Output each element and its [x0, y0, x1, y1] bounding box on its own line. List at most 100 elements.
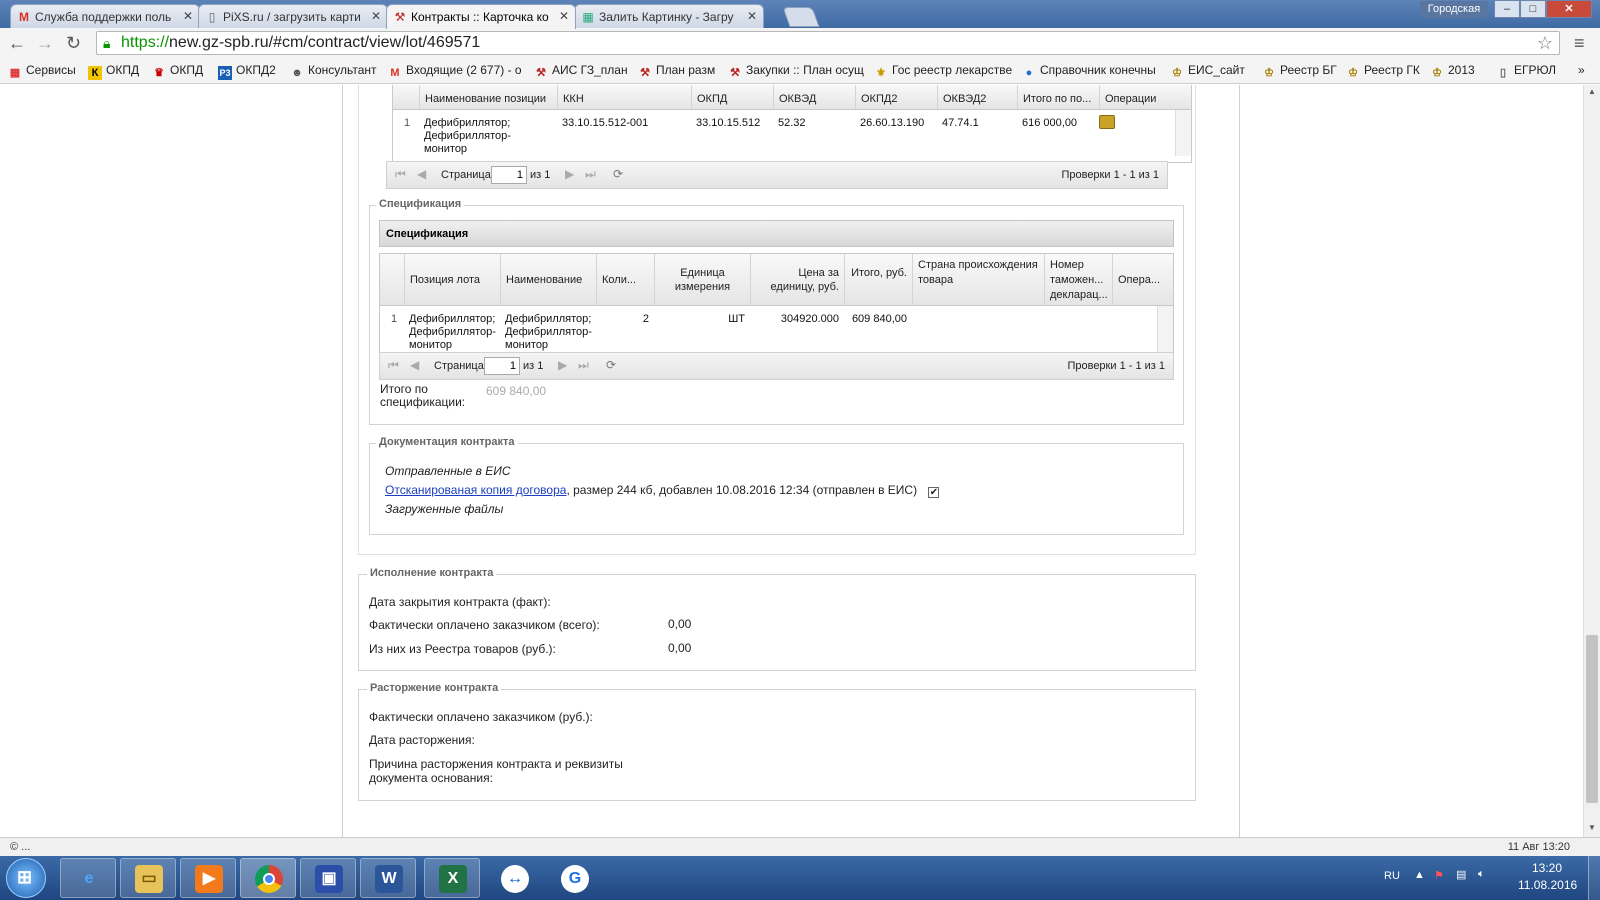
- bookmark-consultant[interactable]: ☻ Консультант: [290, 63, 376, 80]
- taskbar-app[interactable]: W: [360, 858, 416, 898]
- column-header[interactable]: Итого по по...: [1017, 85, 1099, 109]
- refresh-icon[interactable]: ⟳: [606, 358, 616, 372]
- item-name: Дефибриллятор; Дефибриллятор-монитор: [505, 313, 592, 351]
- volume-icon[interactable]: 🔈︎: [1478, 868, 1485, 881]
- taskbar-app[interactable]: [240, 858, 296, 898]
- scroll-up-icon[interactable]: ▲: [1588, 87, 1596, 96]
- column-header[interactable]: Единица измерения: [654, 254, 750, 305]
- taskbar-app[interactable]: ↔: [486, 858, 542, 898]
- clock-time[interactable]: 13:20: [1532, 861, 1562, 875]
- bookmark-registry-gk[interactable]: ♔ Реестр ГК: [1346, 63, 1420, 80]
- action-center-flag-icon[interactable]: ⚑: [1434, 869, 1444, 882]
- bookmark-registry-bg[interactable]: ♔ Реестр БГ: [1262, 63, 1337, 80]
- eagle-icon: ♔: [1432, 67, 1442, 79]
- table-row[interactable]: 1 Дефибриллятор; Дефибриллятор-монитор 3…: [393, 110, 1175, 156]
- tab-pixs[interactable]: ▯ PiXS.ru / загрузить карти ✕: [198, 4, 388, 28]
- bookmark-ais-gz[interactable]: ⚒ АИС ГЗ_план: [534, 63, 628, 80]
- maximize-button[interactable]: □: [1520, 0, 1546, 18]
- last-page-icon[interactable]: ⏭: [585, 167, 596, 181]
- close-tab-icon[interactable]: ✕: [559, 9, 569, 23]
- clock-date[interactable]: 11.08.2016: [1518, 878, 1577, 892]
- bookmark-okpd-k[interactable]: К ОКПД: [88, 63, 139, 80]
- back-icon[interactable]: ←: [8, 33, 26, 53]
- taskbar-app[interactable]: e: [60, 858, 116, 898]
- bookmark-okpd-emblem[interactable]: ♛ ОКПД: [152, 63, 203, 80]
- page-input[interactable]: 1: [491, 166, 527, 184]
- column-header[interactable]: ОКПД2: [855, 85, 937, 109]
- save-app-icon: ▣: [315, 865, 343, 893]
- column-header[interactable]: Наименование позиции: [419, 85, 557, 109]
- close-tab-icon[interactable]: ✕: [371, 9, 381, 23]
- bookmark-plan[interactable]: ⚒ План разм: [638, 63, 715, 80]
- refresh-icon[interactable]: ⟳: [613, 167, 623, 181]
- table-row[interactable]: 1 Дефибриллятор; Дефибриллятор-монитор Д…: [380, 306, 1157, 352]
- bookmark-egrul[interactable]: ▯ ЕГРЮЛ: [1496, 63, 1556, 80]
- bookmark-2013[interactable]: ♔ 2013: [1430, 63, 1475, 80]
- next-page-icon[interactable]: ▶: [558, 358, 567, 372]
- first-page-icon[interactable]: ⏮: [388, 358, 399, 372]
- tab-support[interactable]: M Служба поддержки поль ✕: [10, 4, 200, 28]
- bookmark-label: ЕИС_сайт: [1188, 63, 1245, 77]
- column-header[interactable]: ОКВЭД2: [937, 85, 1017, 109]
- prev-page-icon[interactable]: ◀: [417, 167, 426, 181]
- column-header[interactable]: ОКПД: [691, 85, 773, 109]
- column-header[interactable]: Номер таможен... декларац...: [1044, 254, 1112, 305]
- network-icon[interactable]: ▤: [1456, 868, 1466, 881]
- language-indicator[interactable]: RU: [1384, 870, 1400, 882]
- close-tab-icon[interactable]: ✕: [183, 9, 193, 23]
- column-header[interactable]: Опера...: [1112, 254, 1173, 305]
- new-tab-button[interactable]: [782, 7, 820, 27]
- column-header[interactable]: Итого, руб.: [844, 254, 912, 305]
- scrollbar-thumb[interactable]: [1586, 635, 1598, 803]
- first-page-icon[interactable]: ⏮: [395, 167, 406, 181]
- taskbar-app[interactable]: G: [546, 858, 602, 898]
- menu-icon[interactable]: ≡: [1574, 33, 1585, 53]
- bookmarks-overflow-button[interactable]: »: [1578, 63, 1585, 77]
- next-page-icon[interactable]: ▶: [565, 167, 574, 181]
- start-button[interactable]: ⊞: [6, 858, 46, 898]
- column-header[interactable]: Позиция лота: [404, 254, 500, 305]
- contract-scan-link[interactable]: Отсканированая копия договора: [385, 483, 566, 497]
- column-header[interactable]: Страна происхождения товара: [912, 254, 1044, 305]
- bookmark-directory[interactable]: ● Справочник конечны: [1022, 63, 1156, 80]
- reload-icon[interactable]: ↻: [66, 33, 81, 53]
- close-button[interactable]: ✕: [1546, 0, 1592, 18]
- tab-upload-image[interactable]: ▦ Залить Картинку - Загру ✕: [574, 4, 764, 28]
- tab-contracts[interactable]: ⚒ Контракты :: Карточка ко ✕: [386, 4, 576, 29]
- column-header[interactable]: Наименование: [500, 254, 596, 305]
- bookmark-zakupki[interactable]: ⚒ Закупки :: План осущ: [728, 63, 864, 80]
- grid-scrollbar[interactable]: [1175, 110, 1191, 156]
- tray-expand-icon[interactable]: ▲: [1414, 869, 1425, 881]
- minimize-button[interactable]: –: [1494, 0, 1520, 18]
- last-page-icon[interactable]: ⏭: [578, 358, 589, 372]
- taskbar-app[interactable]: ▣: [300, 858, 356, 898]
- scroll-down-icon[interactable]: ▼: [1588, 823, 1596, 832]
- column-header[interactable]: ОКВЭД: [773, 85, 855, 109]
- sent-to-eis-label: Отправленные в ЕИС: [385, 464, 511, 478]
- forward-icon[interactable]: →: [36, 33, 54, 53]
- taskbar-app[interactable]: X: [424, 858, 480, 898]
- prev-page-icon[interactable]: ◀: [410, 358, 419, 372]
- bookmark-inbox[interactable]: M Входящие (2 677) - о: [388, 63, 521, 80]
- bookmark-drug-registry[interactable]: ⚜ Гос реестр лекарстве: [874, 63, 1012, 80]
- column-header[interactable]: Коли...: [596, 254, 654, 305]
- close-tab-icon[interactable]: ✕: [747, 9, 757, 23]
- scroll-operation-icon[interactable]: [1099, 115, 1115, 129]
- column-header[interactable]: Операции: [1099, 85, 1175, 109]
- bookmark-eis[interactable]: ♔ ЕИС_сайт: [1170, 63, 1245, 80]
- page-input[interactable]: 1: [484, 357, 520, 375]
- url-input[interactable]: 🔒︎ https://new.gz-spb.ru/#cm/contract/vi…: [96, 31, 1560, 55]
- bookmark-services[interactable]: ▦ Сервисы: [8, 63, 76, 80]
- bookmark-star-icon[interactable]: ☆: [1537, 32, 1553, 54]
- grid-scrollbar[interactable]: [1157, 306, 1173, 352]
- page-scrollbar[interactable]: ▲ ▼: [1583, 85, 1600, 837]
- taskbar-app[interactable]: ▶: [180, 858, 236, 898]
- show-desktop-button[interactable]: [1588, 856, 1600, 900]
- sent-checkbox[interactable]: ✔: [928, 487, 940, 498]
- column-header[interactable]: Цена за единицу, руб.: [750, 254, 844, 305]
- column-header[interactable]: ККН: [557, 85, 691, 109]
- taskbar-app[interactable]: ▭: [120, 858, 176, 898]
- bookmark-label: Справочник конечны: [1040, 63, 1156, 77]
- document-entry: Отсканированая копия договора, размер 24…: [385, 483, 940, 498]
- bookmark-okpd2[interactable]: P3 ОКПД2: [218, 63, 276, 80]
